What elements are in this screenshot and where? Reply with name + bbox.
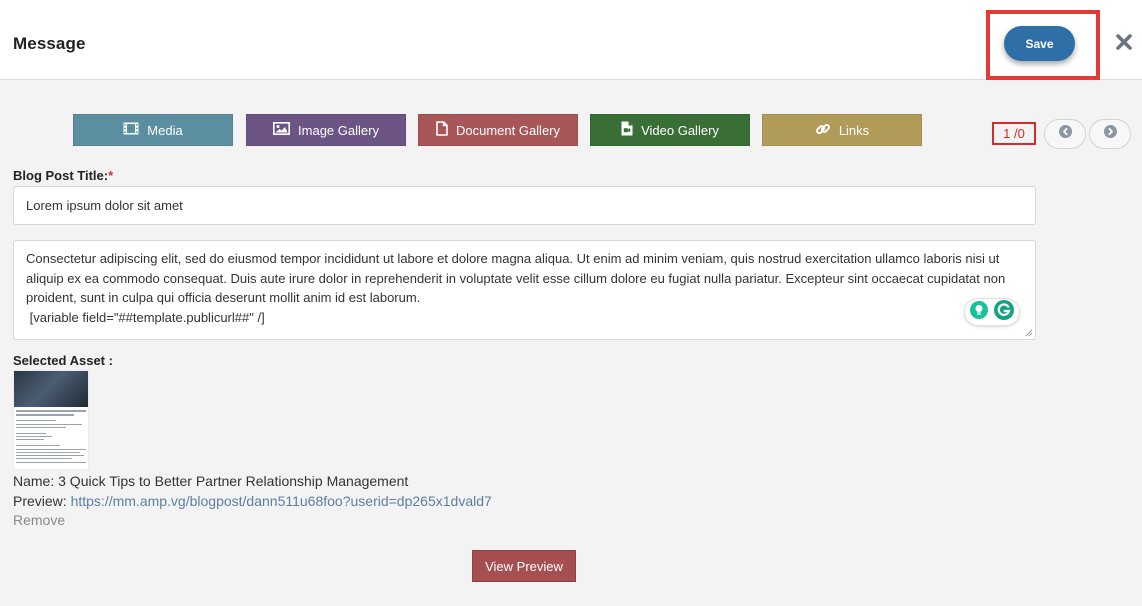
video-file-icon — [621, 121, 633, 139]
required-mark: * — [108, 168, 114, 183]
asset-preview-link[interactable]: https://mm.amp.vg/blogpost/dann511u68foo… — [71, 493, 492, 509]
document-icon — [436, 121, 448, 139]
film-icon — [123, 122, 139, 138]
image-icon — [273, 122, 291, 138]
remove-asset-link[interactable]: Remove — [13, 512, 65, 528]
resize-handle[interactable] — [1025, 329, 1033, 337]
blog-title-input[interactable] — [13, 186, 1036, 225]
grammarly-widget[interactable] — [964, 298, 1020, 326]
link-icon — [815, 121, 831, 140]
close-icon[interactable] — [1113, 30, 1135, 54]
links-button-label: Links — [838, 122, 870, 138]
document-gallery-label: Document Gallery — [455, 122, 561, 138]
blog-title-label: Blog Post Title:* — [13, 168, 113, 183]
document-gallery-button[interactable]: Document Gallery — [418, 114, 578, 146]
message-body-textarea[interactable]: Consectetur adipiscing elit, sed do eius… — [13, 240, 1036, 340]
chevron-left-icon — [1058, 125, 1072, 143]
image-gallery-label: Image Gallery — [298, 122, 379, 138]
modal-header: Message Save — [0, 0, 1142, 80]
lightbulb-icon[interactable] — [969, 300, 989, 325]
asset-name-label: Name: — [13, 473, 55, 489]
modal-title: Message — [13, 34, 86, 53]
media-button-label: Media — [147, 122, 183, 138]
asset-preview-label: Preview: — [13, 493, 67, 509]
asset-name-value: 3 Quick Tips to Better Partner Relations… — [58, 473, 409, 489]
media-button[interactable]: Media — [73, 114, 233, 146]
asset-thumbnail — [13, 370, 89, 470]
previous-button[interactable] — [1044, 119, 1086, 149]
grammarly-icon[interactable] — [993, 299, 1015, 326]
page-total: 0 — [1017, 126, 1025, 141]
page-current: 1 — [1003, 126, 1011, 141]
asset-preview: Preview: https://mm.amp.vg/blogpost/dann… — [13, 493, 492, 509]
image-gallery-button[interactable]: Image Gallery — [246, 114, 406, 146]
links-button[interactable]: Links — [762, 114, 922, 146]
video-gallery-label: Video Gallery — [641, 122, 719, 138]
next-button[interactable] — [1089, 119, 1131, 149]
blog-title-label-text: Blog Post Title: — [13, 168, 109, 183]
chevron-right-icon — [1103, 125, 1117, 143]
message-body-text: Consectetur adipiscing elit, sed do eius… — [26, 251, 1009, 305]
message-body-variable: [variable field="##template.publicurl##"… — [26, 309, 265, 325]
page-counter: 1 /0 — [992, 122, 1036, 145]
selected-asset-label: Selected Asset : — [13, 353, 113, 368]
video-gallery-button[interactable]: Video Gallery — [590, 114, 750, 146]
view-preview-button[interactable]: View Preview — [472, 550, 576, 582]
asset-name: Name: 3 Quick Tips to Better Partner Rel… — [13, 473, 408, 489]
save-button[interactable]: Save — [1004, 26, 1075, 61]
